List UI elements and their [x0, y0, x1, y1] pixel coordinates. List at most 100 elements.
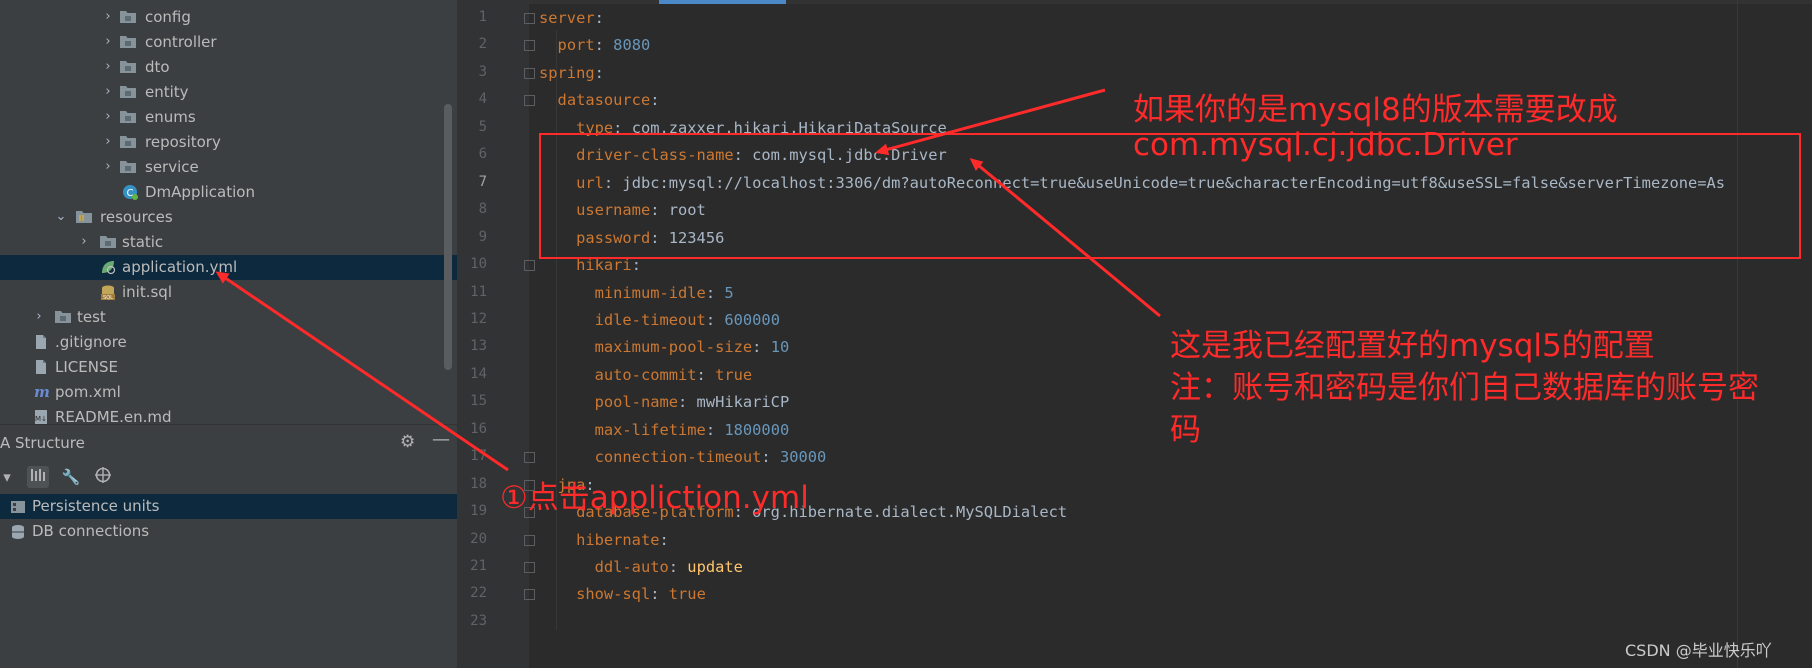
chevron-right-icon[interactable]: › — [78, 235, 90, 248]
tree-item-license[interactable]: LICENSE — [0, 355, 457, 380]
database-icon — [10, 524, 26, 540]
code-token: : — [696, 365, 716, 384]
line-number: 20 — [470, 530, 487, 547]
minimize-icon[interactable]: — — [432, 429, 450, 450]
code-line[interactable]: minimum-idle: 5 — [539, 284, 734, 302]
code-token: hibernate — [576, 530, 660, 549]
maven-icon: m — [33, 383, 50, 401]
code-line[interactable]: server: — [539, 9, 604, 27]
fold-marker-icon[interactable] — [524, 13, 535, 24]
tree-item-static[interactable]: › static — [0, 230, 457, 255]
code-line[interactable]: spring: — [539, 64, 604, 82]
svg-text:SQL: SQL — [103, 295, 113, 300]
tree-item-config[interactable]: › config — [0, 5, 457, 30]
code-line[interactable]: port: 8080 — [539, 36, 651, 55]
code-token: : — [705, 283, 725, 302]
code-token: : — [705, 310, 725, 329]
code-token: : — [650, 91, 660, 110]
code-line[interactable]: max-lifetime: 1800000 — [539, 421, 790, 439]
line-number: 15 — [470, 393, 487, 410]
annotation-mysql5-line1: 这是我已经配置好的mysql5的配置 — [1170, 328, 1655, 364]
tree-item-enums[interactable]: › enums — [0, 105, 457, 130]
folder-icon — [120, 159, 136, 173]
chevron-right-icon[interactable]: › — [102, 60, 114, 73]
folder-icon — [120, 9, 136, 23]
tree-item-resources[interactable]: ⌄ resources — [0, 205, 457, 230]
code-token: spring — [539, 63, 595, 82]
chevron-right-icon[interactable]: › — [33, 310, 45, 323]
svg-text:M↓: M↓ — [35, 415, 47, 423]
resources-icon — [76, 209, 92, 223]
code-line[interactable]: pool-name: mwHikariCP — [539, 393, 790, 411]
fold-marker-icon[interactable] — [524, 40, 535, 52]
tree-item-label: application.yml — [122, 258, 238, 276]
svg-text:m: m — [34, 384, 50, 400]
structure-item-label: Persistence units — [32, 497, 160, 515]
code-token: ddl-auto — [594, 558, 669, 576]
tree-item-label: static — [122, 233, 164, 251]
tree-item-label: .gitignore — [55, 333, 127, 351]
chevron-right-icon[interactable]: › — [102, 10, 114, 23]
code-line[interactable]: datasource: — [539, 91, 660, 109]
code-line[interactable]: maximum-pool-size: 10 — [539, 338, 790, 356]
tree-item-label: config — [145, 8, 191, 26]
tree-item-gitignore[interactable]: .gitignore — [0, 330, 457, 355]
dropdown-icon[interactable]: ▾ — [0, 466, 18, 488]
tree-item-dmapplication[interactable]: C DmApplication — [0, 180, 457, 205]
annotation-mysql8-line2: com.mysql.cj.jdbc.Driver — [1133, 127, 1518, 163]
code-token: : — [594, 36, 614, 55]
crosshair-icon[interactable] — [92, 466, 114, 488]
chevron-down-icon[interactable]: ⌄ — [55, 210, 67, 223]
code-line[interactable]: hibernate: — [539, 531, 669, 549]
code-token: true — [715, 365, 753, 384]
line-number: 17 — [470, 448, 487, 465]
code-line[interactable]: show-sql: true — [539, 585, 706, 603]
chevron-right-icon[interactable]: › — [102, 110, 114, 123]
fold-marker-icon[interactable] — [524, 589, 535, 601]
columns-icon[interactable] — [27, 466, 49, 488]
tree-item-label: repository — [145, 133, 221, 151]
wrench-icon[interactable]: 🔧 — [60, 466, 82, 488]
tree-item-init-sql[interactable]: SQL init.sql — [0, 280, 457, 305]
code-line[interactable]: connection-timeout: 30000 — [539, 448, 827, 466]
tree-item-test[interactable]: › test — [0, 305, 457, 330]
tree-scrollbar[interactable] — [444, 104, 452, 370]
line-number: 11 — [470, 283, 487, 300]
fold-marker-icon[interactable] — [524, 260, 535, 272]
tree-item-service[interactable]: › service — [0, 155, 457, 180]
code-line[interactable]: idle-timeout: 600000 — [539, 311, 780, 329]
code-line[interactable]: ddl-auto: update — [539, 558, 743, 576]
gear-icon[interactable]: ⚙ — [400, 432, 415, 452]
folder-icon — [120, 59, 136, 73]
tree-item-controller[interactable]: › controller — [0, 30, 457, 55]
tree-item-pom-xml[interactable]: m pom.xml — [0, 380, 457, 405]
class-icon: C — [122, 184, 138, 200]
fold-marker-icon[interactable] — [524, 95, 535, 107]
tree-item-dto[interactable]: › dto — [0, 55, 457, 80]
chevron-right-icon[interactable]: › — [102, 85, 114, 98]
fold-marker-icon[interactable] — [524, 67, 535, 79]
project-panel: › config › controller › dto › entity › enums › repo… — [0, 0, 457, 668]
chevron-right-icon[interactable]: › — [102, 35, 114, 48]
watermark: CSDN @毕业快乐吖 — [1625, 641, 1772, 660]
code-line[interactable]: auto-commit: true — [539, 365, 753, 384]
chevron-right-icon[interactable]: › — [102, 135, 114, 148]
tree-item-label: pom.xml — [55, 383, 121, 401]
line-number: 4 — [478, 91, 487, 108]
tree-item-entity[interactable]: › entity — [0, 80, 457, 105]
fold-marker-icon[interactable] — [524, 452, 535, 464]
tree-item-application-yml[interactable]: application.yml — [0, 255, 457, 280]
chevron-right-icon[interactable]: › — [102, 160, 114, 173]
line-number: 10 — [470, 256, 487, 273]
structure-item-persistence-units[interactable]: Persistence units — [0, 494, 457, 519]
structure-item-label: DB connections — [32, 522, 150, 540]
fold-marker-icon[interactable] — [524, 562, 535, 573]
line-number: 19 — [470, 503, 487, 520]
tree-item-repository[interactable]: › repository — [0, 130, 457, 155]
fold-marker-icon[interactable] — [524, 534, 535, 546]
structure-item-db-connections[interactable]: DB connections — [0, 519, 457, 544]
